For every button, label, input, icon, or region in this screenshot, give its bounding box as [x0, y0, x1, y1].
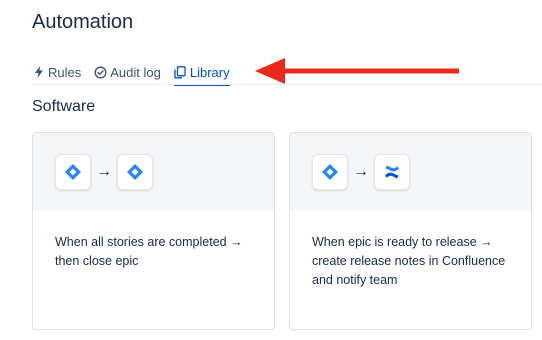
card-integration-row: → — [290, 133, 531, 211]
jira-icon — [55, 154, 91, 190]
jira-icon — [312, 154, 348, 190]
confluence-icon — [374, 154, 410, 190]
tab-library[interactable]: Library — [173, 62, 230, 86]
jira-icon — [117, 154, 153, 190]
lightning-icon — [32, 66, 45, 79]
card-integration-row: → — [33, 133, 274, 211]
page-title: Automation — [32, 11, 134, 33]
automation-tabs: Rules Audit log Library — [32, 62, 243, 86]
card-description: When all stories are completed → then cl… — [55, 235, 243, 268]
copy-icon — [174, 65, 187, 79]
tab-audit-log-label: Audit log — [110, 64, 161, 80]
tab-rules[interactable]: Rules — [32, 62, 81, 84]
flow-arrow: → — [96, 163, 112, 180]
template-card-close-epic[interactable]: → When all stories are completed → then … — [32, 132, 275, 330]
tab-audit-log[interactable]: Audit log — [94, 62, 161, 84]
check-circle-icon — [94, 65, 107, 79]
card-description: When epic is ready to release → create r… — [312, 235, 506, 287]
template-card-release-notes[interactable]: → When epic is ready to release → create… — [289, 132, 532, 330]
red-arrow-left-icon — [255, 56, 461, 91]
tab-rules-label: Rules — [48, 64, 82, 80]
section-title: Software — [32, 98, 96, 115]
flow-arrow: → — [353, 163, 369, 180]
tab-library-label: Library — [189, 64, 230, 80]
